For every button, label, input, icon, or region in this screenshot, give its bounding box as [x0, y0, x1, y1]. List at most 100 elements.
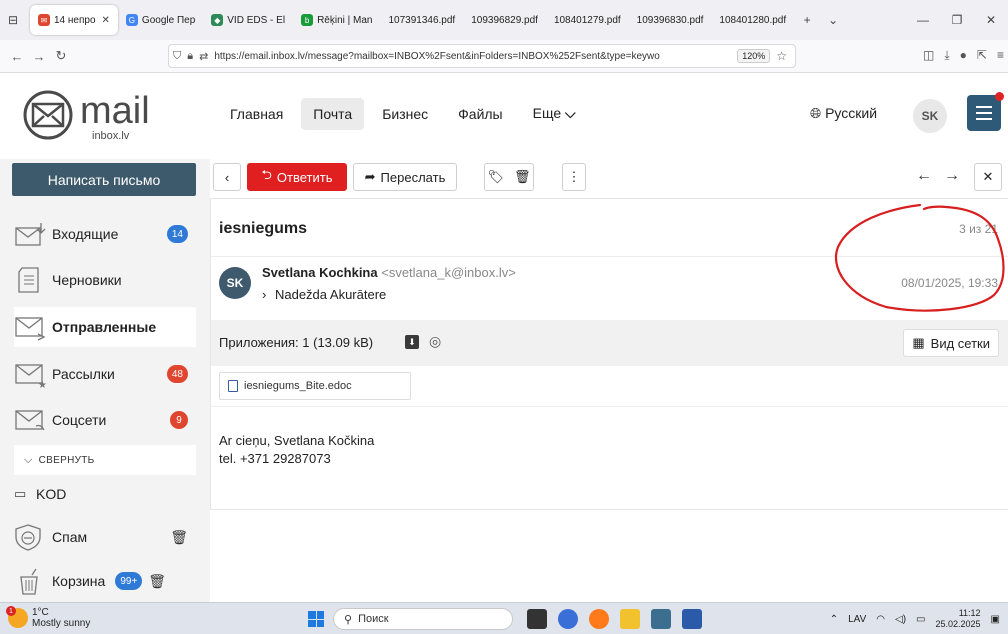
pocket-icon[interactable]: ◫ — [923, 48, 934, 63]
task-view-icon[interactable] — [527, 609, 547, 629]
shield-icon[interactable]: ⛉ — [173, 50, 181, 63]
forward-icon[interactable]: → — [28, 49, 50, 64]
temperature: 1°C — [32, 607, 49, 618]
nav-more[interactable]: Еще ⌵ — [521, 97, 588, 130]
chrome-icon[interactable] — [558, 609, 578, 629]
attachments-label: Приложения: 1 (13.09 kB) — [219, 335, 374, 350]
input-language[interactable]: LAV — [848, 614, 866, 625]
download-icon[interactable]: ⤓ — [944, 48, 949, 63]
url-text[interactable]: https://email.inbox.lv/message?mailbox=I… — [214, 51, 737, 62]
nav-files[interactable]: Файлы — [446, 98, 514, 130]
tab-pdf-1[interactable]: 107391346.pdf — [380, 5, 463, 35]
sidebar-item-newsletters[interactable]: ★ Рассылки 48 — [14, 354, 196, 394]
file-explorer-icon[interactable] — [620, 609, 640, 629]
hamburger-menu-button[interactable] — [967, 92, 1004, 131]
restore-icon[interactable]: ❐ — [940, 13, 974, 27]
sidebar-item-social[interactable]: Соцсети 9 — [14, 400, 196, 440]
message-body: Ar cieņu, Svetlana Kočkina tel. +371 292… — [219, 432, 374, 468]
taskbar-search[interactable]: ⚲ Поиск — [333, 608, 513, 630]
lock-icon[interactable]: 🔒︎ — [187, 50, 193, 63]
zoom-level[interactable]: 120% — [737, 49, 771, 63]
grid-view-button[interactable]: ▦ Вид сетки — [903, 329, 999, 357]
reload-icon[interactable]: ↻ — [50, 48, 72, 64]
close-tab-icon[interactable]: ✕ — [102, 15, 110, 26]
close-message-button[interactable]: ✕ — [974, 163, 1002, 191]
sidebar-item-trash[interactable]: Корзина 99+ 🗑︎ — [14, 561, 196, 601]
permissions-icon[interactable]: ⇄ — [199, 50, 208, 63]
reply-button[interactable]: ⮌ Ответить — [247, 163, 347, 191]
tab-pdf-2[interactable]: 109396829.pdf — [463, 5, 546, 35]
collapse-folders-button[interactable]: ⌵ СВЕРНУТЬ — [14, 445, 196, 475]
language-selector[interactable]: 🌐︎ Русский — [810, 105, 877, 122]
next-message-icon[interactable]: → — [944, 167, 960, 185]
address-bar[interactable]: ⛉ 🔒︎ ⇄ https://email.inbox.lv/message?ma… — [168, 44, 796, 68]
back-icon[interactable]: ← — [6, 49, 28, 64]
start-button[interactable] — [308, 611, 324, 627]
folder-label: Соцсети — [52, 412, 107, 428]
extensions-icon[interactable]: ⇱ — [977, 48, 987, 63]
svg-text:★: ★ — [38, 380, 47, 388]
firefox-icon[interactable] — [589, 609, 609, 629]
folder-icon: ▭ — [14, 486, 27, 501]
tab-list-icon[interactable]: ⊟ — [0, 13, 26, 27]
sidebar-item-spam[interactable]: Спам 🗑︎ — [14, 517, 196, 557]
word-icon[interactable] — [682, 609, 702, 629]
grid-icon: ▦ — [912, 335, 925, 350]
clock[interactable]: 11:12 25.02.2025 — [936, 608, 981, 630]
empty-trash-icon[interactable]: 🗑︎ — [148, 573, 166, 590]
compose-button[interactable]: Написать письмо — [12, 163, 196, 196]
logo-sub: inbox.lv — [92, 130, 130, 142]
nav-business[interactable]: Бизнес — [370, 98, 440, 130]
user-avatar[interactable]: SK — [913, 99, 947, 133]
volume-icon[interactable]: ◁) — [895, 614, 906, 625]
attachments-bar: Приложения: 1 (13.09 kB) ⬇ ◎ ▦ Вид сетки — [211, 320, 1008, 366]
battery-icon[interactable]: ▭ — [916, 614, 925, 625]
close-icon: ✕ — [982, 169, 994, 184]
sidebar-item-drafts[interactable]: Черновики — [14, 260, 196, 300]
tab-pdf-3[interactable]: 108401279.pdf — [546, 5, 629, 35]
notifications-icon[interactable]: ▣ — [991, 614, 1000, 625]
tab-google-translate[interactable]: G Google Пер — [118, 5, 203, 35]
empty-spam-trash-icon[interactable]: 🗑︎ — [170, 529, 188, 546]
back-to-list-button[interactable]: ‹ — [213, 163, 241, 191]
forward-button[interactable]: ➦ Переслать — [353, 163, 457, 191]
new-tab-icon[interactable]: + — [794, 13, 820, 27]
sender-email: <svetlana_k@inbox.lv> — [381, 265, 516, 280]
body-line: Ar cieņu, Svetlana Kočkina — [219, 433, 375, 448]
sidebar-item-sent[interactable]: Отправленные — [14, 307, 196, 347]
tag-icon[interactable]: 🏷︎ — [487, 169, 504, 185]
close-window-icon[interactable]: ✕ — [974, 13, 1008, 27]
attachment-file[interactable]: iesniegums_Bite.edoc — [219, 372, 411, 400]
bookmark-star-icon[interactable]: ☆ — [776, 49, 787, 63]
more-actions-button[interactable]: ⋮ — [562, 163, 586, 191]
chevron-up-icon[interactable]: ⌃ — [830, 614, 838, 625]
previous-message-icon[interactable]: ← — [916, 167, 932, 185]
preview-icon[interactable]: ◎ — [429, 333, 441, 350]
trash-icon[interactable]: 🗑︎ — [514, 169, 531, 185]
nav-mail[interactable]: Почта — [301, 97, 365, 130]
minimize-icon[interactable]: — — [906, 13, 940, 27]
wifi-icon[interactable]: ◠ — [876, 614, 885, 625]
menu-icon[interactable]: ≡ — [997, 48, 1004, 63]
chevron-right-icon: › — [262, 287, 267, 302]
calculator-icon[interactable] — [651, 609, 671, 629]
sidebar-item-inbox[interactable]: Входящие 14 — [14, 214, 196, 254]
nav-home[interactable]: Главная — [218, 98, 295, 130]
collapse-label: СВЕРНУТЬ — [38, 454, 95, 466]
weather-widget[interactable]: 1 1°C Mostly sunny — [6, 606, 90, 629]
sun-icon: 1 — [6, 606, 28, 628]
tab-vid-eds[interactable]: ◆ VID EDS - El — [203, 5, 293, 35]
download-all-icon[interactable]: ⬇ — [405, 335, 419, 349]
tab-pdf-5[interactable]: 108401280.pdf — [711, 5, 794, 35]
inbox-logo[interactable]: mail inbox.lv — [22, 87, 182, 143]
chevron-down-icon[interactable]: ⌄ — [820, 13, 846, 27]
tab-rekini[interactable]: b Rēķini | Man — [293, 5, 380, 35]
tab-pdf-4[interactable]: 109396830.pdf — [629, 5, 712, 35]
recipient-line[interactable]: › Nadežda Akurātere — [262, 287, 386, 302]
sender-line[interactable]: Svetlana Kochkina <svetlana_k@inbox.lv> — [262, 265, 516, 280]
account-icon[interactable]: ● — [960, 48, 967, 63]
attachment-name: iesniegums_Bite.edoc — [244, 380, 352, 392]
rekini-favicon-icon: b — [301, 14, 314, 26]
sidebar-item-kod[interactable]: ▭ KOD — [14, 477, 196, 511]
tab-inbox-mail[interactable]: ✉ 14 непро ✕ — [30, 5, 118, 35]
